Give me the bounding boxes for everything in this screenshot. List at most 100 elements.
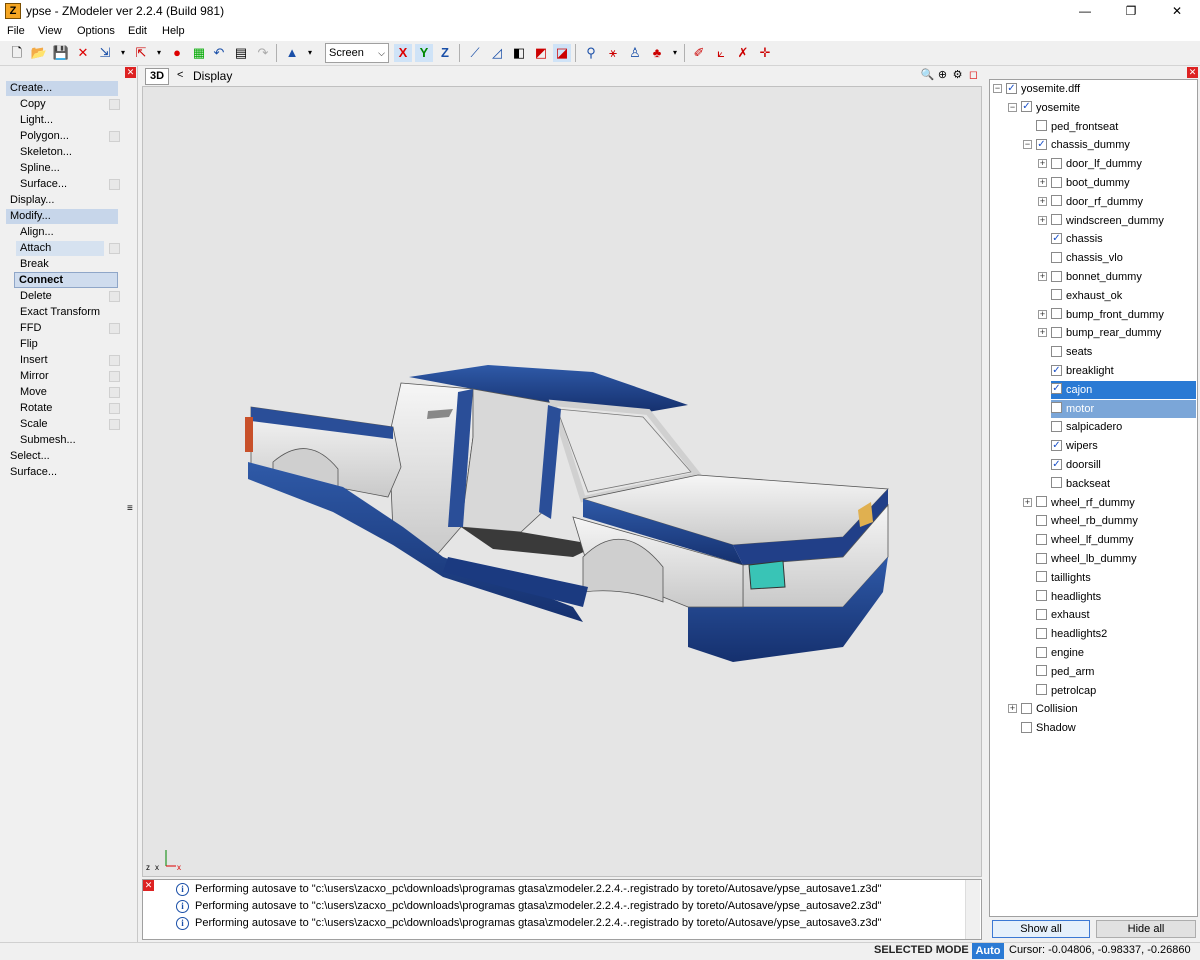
command-options-box[interactable] [109,403,120,414]
unchecked-checkbox[interactable] [1036,665,1047,677]
show-all-button[interactable]: Show all [992,920,1090,938]
hide-all-button[interactable]: Hide all [1096,920,1196,938]
unchecked-checkbox[interactable] [1051,345,1062,357]
checked-checkbox[interactable]: ✓ [1051,458,1062,470]
collapse-icon[interactable]: − [993,84,1002,93]
command-surface[interactable]: Surface... [16,177,67,192]
tree-node-exhaust[interactable]: exhaust [1036,606,1090,624]
grid-icon[interactable]: ▦ [190,44,208,62]
select-vertex-icon[interactable]: ⟋ [466,44,484,62]
auto-badge[interactable]: Auto [972,943,1004,959]
unchecked-checkbox[interactable] [1051,289,1062,301]
unchecked-checkbox[interactable] [1051,214,1062,226]
menu-edit[interactable]: Edit [128,25,147,37]
cone-dropdown-icon[interactable]: ▾ [301,44,319,62]
close-window-button[interactable]: ✕ [1154,0,1200,22]
command-skeleton[interactable]: Skeleton... [16,145,72,160]
expand-icon[interactable]: + [1023,497,1032,507]
select-object-icon[interactable]: ◩ [532,44,550,62]
cross-tool-icon[interactable]: ✗ [734,44,752,62]
tree-node-windscreen-dummy[interactable]: windscreen_dummy [1051,212,1164,230]
group-dropdown-icon[interactable]: ▾ [666,44,684,62]
command-options-box[interactable] [109,179,120,190]
axis-y-toggle[interactable]: Y [415,44,433,62]
select-face-icon[interactable]: ◧ [510,44,528,62]
export-icon[interactable]: ⇱ [132,44,150,62]
select-edge-icon[interactable]: ◿ [488,44,506,62]
command-options-box[interactable] [109,243,120,254]
tree-node-collision[interactable]: Collision [1021,700,1078,718]
cone-icon[interactable]: ▲ [283,44,301,62]
group-tool-icon[interactable]: ♣ [648,44,666,62]
command-options-box[interactable] [109,99,120,110]
menu-options[interactable]: Options [77,25,115,37]
tree-node-chassis[interactable]: ✓ chassis [1051,230,1103,248]
command-options-box[interactable] [109,131,120,142]
command-attach[interactable]: Attach [16,241,104,256]
unchecked-checkbox[interactable] [1051,402,1062,414]
tree-node-wheel-rf-dummy[interactable]: wheel_rf_dummy [1036,494,1135,512]
tree-node-headlights[interactable]: headlights [1036,588,1101,606]
open-folder-icon[interactable]: 📂 [30,44,48,62]
command-ffd[interactable]: FFD [16,321,41,336]
command-options-box[interactable] [109,419,120,430]
command-options-box[interactable] [109,371,120,382]
close-panel-icon[interactable]: ✕ [125,67,136,78]
unchecked-checkbox[interactable] [1036,627,1047,639]
menu-view[interactable]: View [38,25,62,37]
command-submesh[interactable]: Submesh... [16,433,76,448]
unchecked-checkbox[interactable] [1021,702,1032,714]
command-spline[interactable]: Spline... [16,161,60,176]
unchecked-checkbox[interactable] [1036,496,1047,508]
unchecked-checkbox[interactable] [1051,270,1062,282]
tree-node-cajon[interactable]: ✓ cajon [1051,380,1196,399]
tree-node-wipers[interactable]: ✓ wipers [1051,437,1098,455]
save-icon[interactable]: 💾 [52,44,70,62]
close-log-icon[interactable]: ✕ [143,880,154,891]
axes-tool-icon[interactable]: ⟀ [712,44,730,62]
tree-node-door-lf-dummy[interactable]: door_lf_dummy [1051,155,1142,173]
unchecked-checkbox[interactable] [1051,195,1062,207]
command-modify[interactable]: Modify... [6,209,118,224]
unchecked-checkbox[interactable] [1051,251,1062,263]
unchecked-checkbox[interactable] [1036,120,1047,132]
tree-node-bonnet-dummy[interactable]: bonnet_dummy [1051,268,1142,286]
expand-icon[interactable]: + [1038,272,1047,281]
unchecked-checkbox[interactable] [1051,326,1062,338]
command-delete[interactable]: Delete [16,289,52,304]
tree-node-headlights2[interactable]: headlights2 [1036,625,1107,643]
unchecked-checkbox[interactable] [1036,533,1047,545]
3d-viewport[interactable] [142,86,982,877]
zoom-icon[interactable]: 🔍 [920,68,935,83]
tree-node-wheel-lb-dummy[interactable]: wheel_lb_dummy [1036,550,1137,568]
space-select[interactable]: Screen ⌵ [325,43,389,63]
checked-checkbox[interactable]: ✓ [1051,364,1062,376]
select-all-icon[interactable]: ◪ [553,44,571,62]
tree-node-engine[interactable]: engine [1036,644,1084,662]
command-polygon[interactable]: Polygon... [16,129,69,144]
checked-checkbox[interactable]: ✓ [1051,439,1062,451]
command-options-box[interactable] [109,291,120,302]
command-insert[interactable]: Insert [16,353,48,368]
collapse-icon[interactable]: − [1008,102,1017,112]
expand-icon[interactable]: + [1038,178,1047,187]
close-file-icon[interactable]: ✕ [74,44,92,62]
unchecked-checkbox[interactable] [1036,646,1047,658]
tree-node-yosemite[interactable]: ✓ yosemite [1021,99,1080,117]
command-surface[interactable]: Surface... [6,465,57,480]
figure-tool-icon[interactable]: ⚹ [604,44,622,62]
tree-node-salpicadero[interactable]: salpicadero [1051,418,1122,436]
unchecked-checkbox[interactable] [1051,308,1062,320]
tree-node-wheel-rb-dummy[interactable]: wheel_rb_dummy [1036,512,1138,530]
expand-icon[interactable]: + [1038,328,1047,338]
command-display[interactable]: Display... [6,193,54,208]
minimize-button[interactable]: — [1062,0,1108,22]
command-select[interactable]: Select... [6,449,50,464]
notes-icon[interactable]: ▤ [232,44,250,62]
tree-node-motor[interactable]: motor [1051,399,1196,418]
bone-tool-icon[interactable]: ⚲ [582,44,600,62]
checked-checkbox[interactable]: ✓ [1006,82,1017,94]
command-options-box[interactable] [109,355,120,366]
new-file-icon[interactable]: 🗋 [8,44,26,62]
redo-icon[interactable]: ↷ [254,44,272,62]
